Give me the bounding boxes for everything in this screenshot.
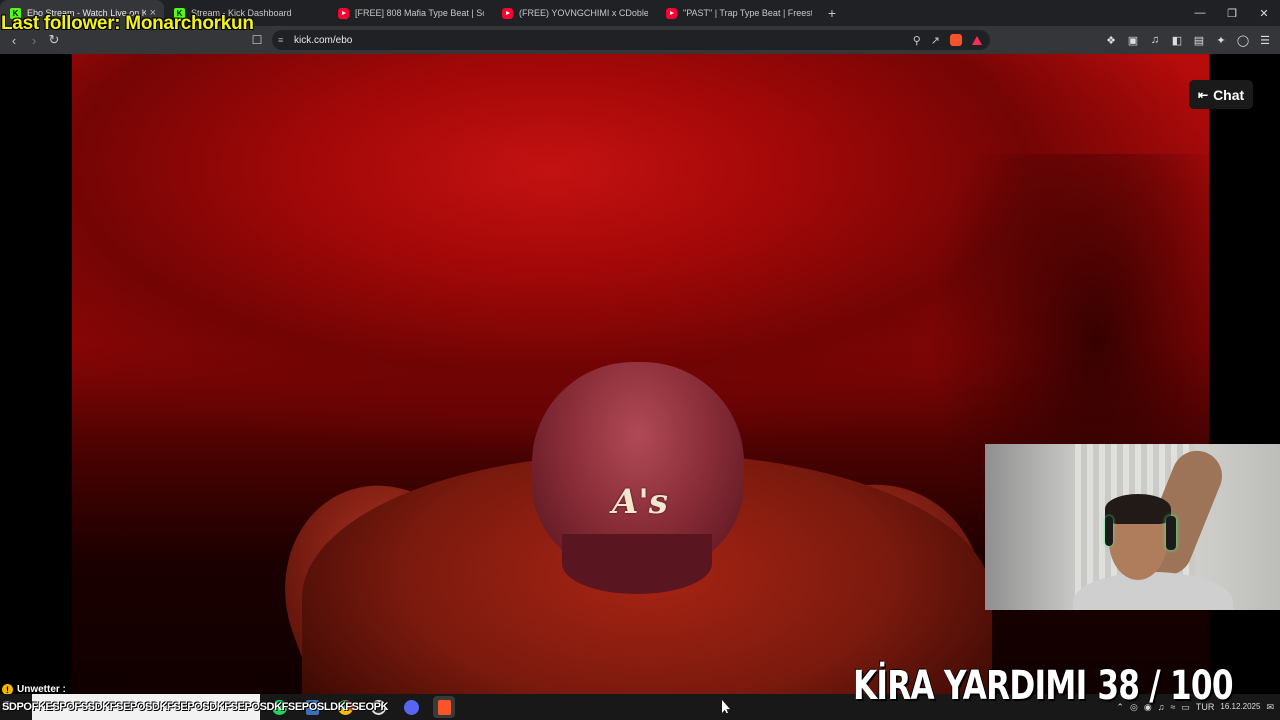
wallet-icon[interactable]: ▤ <box>1192 34 1206 47</box>
goal-label: KİRA YARDIMI <box>853 663 1087 709</box>
stream-ticker: SDPOFKESPOFSSDKFSEPOSDKFSEPOSDKFSEPOSDKF… <box>2 701 389 713</box>
tab-title: [FREE] 808 Mafia Type Beat | Southside <box>355 8 484 18</box>
minimize-icon[interactable]: — <box>1184 0 1216 26</box>
share-icon[interactable]: ↗ <box>931 34 940 47</box>
extensions-icon[interactable]: ❖ <box>1104 34 1118 47</box>
discord-icon[interactable] <box>400 696 422 718</box>
sidebar-icon[interactable]: ◧ <box>1170 34 1184 47</box>
url-text: kick.com/ebo <box>294 34 353 46</box>
youtube-icon <box>338 7 349 19</box>
chat-toggle-button[interactable]: ⇤ Chat <box>1189 80 1254 109</box>
screenshot-icon[interactable]: ▣ <box>1126 34 1140 47</box>
vpn-icon[interactable]: ◯ <box>1236 34 1250 47</box>
notifications-icon[interactable]: ✉ <box>1266 702 1274 713</box>
restore-icon[interactable]: ❐ <box>1216 0 1248 26</box>
leo-ai-icon[interactable]: ✦ <box>1214 34 1228 47</box>
window-controls: — ❐ ✕ <box>1184 0 1280 26</box>
tab-title: (FREE) YOVNGCHIMI x CDobleta Type <box>519 8 648 18</box>
extension-icons: ❖ ▣ ♫ ◧ ▤ ✦ ◯ ☰ <box>1104 26 1272 54</box>
tab-youtube-past[interactable]: "PAST" | Trap Type Beat | Freestyle Be <box>656 0 820 26</box>
menu-icon[interactable]: ☰ <box>1258 34 1272 47</box>
headset-icon <box>1105 516 1113 546</box>
screen: K Ebo Stream - Watch Live on Kick × K St… <box>0 0 1280 720</box>
site-info-icon[interactable]: ≡ <box>278 35 294 45</box>
tab-title: "PAST" | Trap Type Beat | Freestyle Be <box>683 8 812 18</box>
video-figure-cap-visor <box>562 534 712 594</box>
zoom-icon[interactable]: ⚲ <box>913 34 921 47</box>
webcam-overlay <box>985 444 1280 610</box>
address-bar[interactable]: ≡ kick.com/ebo ⚲ ↗ <box>272 30 990 50</box>
cap-logo: A's <box>612 482 668 522</box>
chat-expand-icon: ⇤ <box>1198 87 1209 102</box>
new-tab-button[interactable]: + <box>820 5 844 21</box>
youtube-icon <box>502 7 513 19</box>
rent-goal-overlay: KİRA YARDIMI 38 / 100 <box>853 662 1234 710</box>
brave-shields-icon[interactable] <box>950 34 962 46</box>
goal-value: 38 / 100 <box>1097 663 1233 709</box>
tab-youtube-yovngchimi[interactable]: (FREE) YOVNGCHIMI x CDobleta Type <box>492 0 656 26</box>
last-follower-overlay: Last follower: Monarchorkun <box>1 13 254 34</box>
headset-icon <box>1166 516 1176 550</box>
media-icon[interactable]: ♫ <box>1148 34 1162 46</box>
youtube-icon <box>666 7 677 19</box>
close-window-icon[interactable]: ✕ <box>1248 0 1280 26</box>
chat-button-label: Chat <box>1213 86 1245 103</box>
address-bar-actions: ⚲ ↗ <box>913 30 982 50</box>
brave-rewards-icon[interactable] <box>972 35 982 45</box>
tab-youtube-808-mafia[interactable]: [FREE] 808 Mafia Type Beat | Southside <box>328 0 492 26</box>
page-content: A's ⇤ Chat <box>0 54 1280 694</box>
brave-icon[interactable] <box>433 696 455 718</box>
webcam-person-hair <box>1105 494 1171 524</box>
